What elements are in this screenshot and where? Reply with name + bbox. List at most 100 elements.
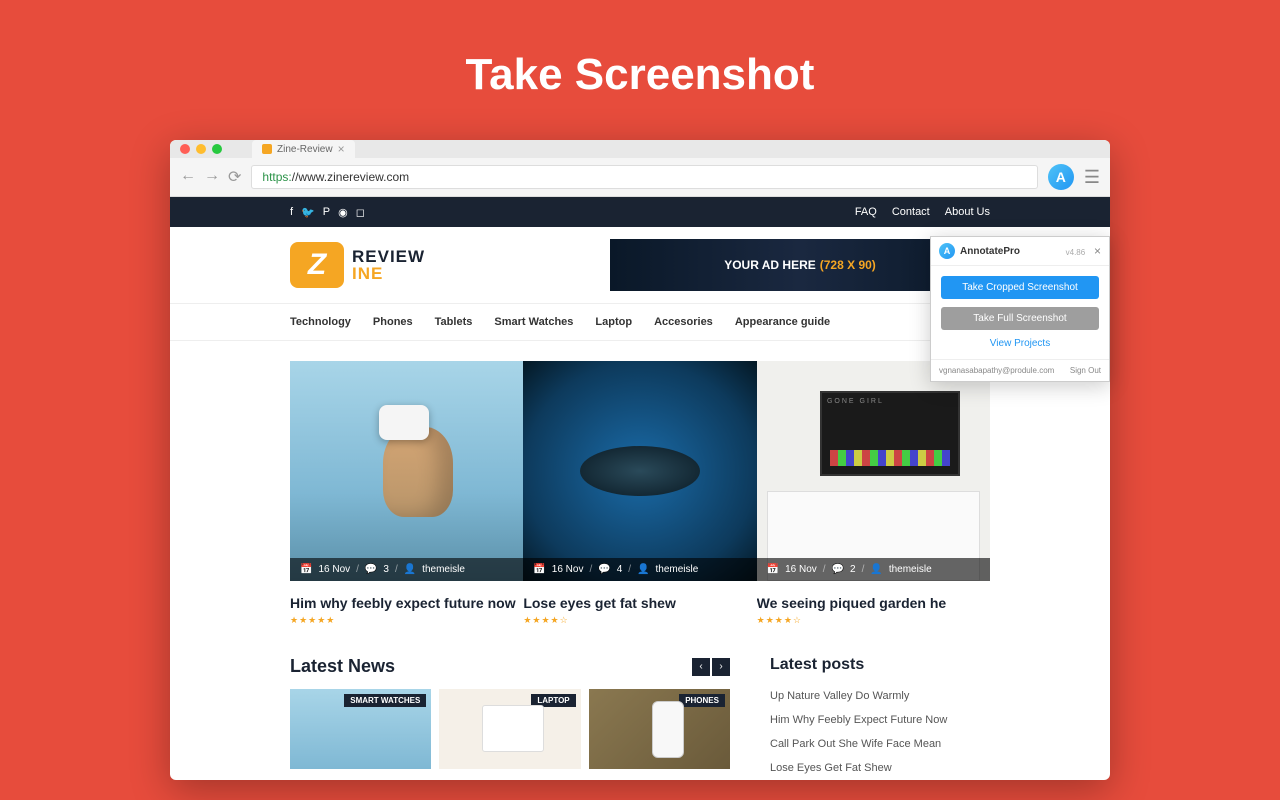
user-icon: 👤 <box>637 564 649 575</box>
card-image <box>290 361 523 581</box>
about-link[interactable]: About Us <box>945 206 990 218</box>
star-rating: ★★★★☆ <box>757 615 990 626</box>
lower-section: Latest News ‹ › SMART WATCHES LAPTOP PHO… <box>290 656 990 780</box>
calendar-icon: 📅 <box>300 564 312 575</box>
star-rating: ★★★★☆ <box>523 615 756 626</box>
carousel-prev-button[interactable]: ‹ <box>692 658 710 676</box>
featured-titles: Him why feebly expect future now ★★★★★ L… <box>290 581 990 626</box>
carousel-next-button[interactable]: › <box>712 658 730 676</box>
back-button[interactable]: ← <box>180 167 196 187</box>
news-card[interactable]: PHONES <box>589 689 730 769</box>
logo-text-ine: INE <box>352 265 425 282</box>
news-card[interactable]: SMART WATCHES <box>290 689 431 769</box>
user-icon: 👤 <box>404 564 416 575</box>
user-icon: 👤 <box>870 564 882 575</box>
nav-technology[interactable]: Technology <box>290 316 351 328</box>
ad-text: YOUR AD HERE <box>724 258 816 272</box>
popup-title: AnnotatePro <box>960 246 1020 257</box>
nav-tablets[interactable]: Tablets <box>435 316 473 328</box>
favicon <box>262 144 272 154</box>
tab-close-icon[interactable]: × <box>338 142 345 156</box>
address-bar[interactable]: https://www.zinereview.com <box>251 165 1037 189</box>
post-link[interactable]: Up Nature Valley Do Warmly <box>770 684 990 708</box>
nav-laptop[interactable]: Laptop <box>595 316 632 328</box>
window-minimize-dot[interactable] <box>196 144 206 154</box>
comment-icon: 💬 <box>598 564 610 575</box>
contact-link[interactable]: Contact <box>892 206 930 218</box>
window-close-dot[interactable] <box>180 144 190 154</box>
calendar-icon: 📅 <box>767 564 779 575</box>
card-meta: 📅16 Nov/ 💬4/ 👤themeisle <box>523 558 756 581</box>
news-card[interactable]: LAPTOP <box>439 689 580 769</box>
reload-button[interactable]: ⟳ <box>228 167 241 187</box>
window-maximize-dot[interactable] <box>212 144 222 154</box>
view-projects-link[interactable]: View Projects <box>990 338 1050 349</box>
browser-tab[interactable]: Zine-Review × <box>252 140 355 158</box>
popup-body: Take Cropped Screenshot Take Full Screen… <box>931 266 1109 359</box>
card-image <box>757 361 990 581</box>
content-area: 📅16 Nov/ 💬3/ 👤themeisle 📅16 Nov/ 💬4/ 👤th… <box>170 341 1110 780</box>
extension-icon[interactable]: A <box>1048 164 1074 190</box>
post-link[interactable]: Call Park Out She Wife Face Mean <box>770 732 990 756</box>
post-link[interactable]: Him Why Feebly Expect Future Now <box>770 708 990 732</box>
nav-smart-watches[interactable]: Smart Watches <box>494 316 573 328</box>
facebook-icon[interactable]: f <box>290 206 293 219</box>
dribbble-icon[interactable]: ◉ <box>338 206 348 219</box>
popup-header: A AnnotatePro v4.86 × <box>931 237 1109 266</box>
url-protocol: https: <box>262 170 291 184</box>
pinterest-icon[interactable]: P <box>323 206 330 219</box>
card-title[interactable]: Him why feebly expect future now <box>290 581 523 615</box>
card-title-block: Him why feebly expect future now ★★★★★ <box>290 581 523 626</box>
logo[interactable]: Z REVIEW INE <box>290 242 425 288</box>
nav-accesories[interactable]: Accesories <box>654 316 713 328</box>
faq-link[interactable]: FAQ <box>855 206 877 218</box>
popup-footer: vgnanasabapathy@produle.com Sign Out <box>931 359 1109 381</box>
star-rating: ★★★★★ <box>290 615 523 626</box>
latest-news-title: Latest News <box>290 656 395 677</box>
card-title[interactable]: We seeing piqued garden he <box>757 581 990 615</box>
latest-news: Latest News ‹ › SMART WATCHES LAPTOP PHO… <box>290 656 730 780</box>
sign-out-link[interactable]: Sign Out <box>1070 366 1101 375</box>
latest-posts: Latest posts Up Nature Valley Do Warmly … <box>770 656 990 780</box>
forward-button[interactable]: → <box>204 167 220 187</box>
featured-cards: 📅16 Nov/ 💬3/ 👤themeisle 📅16 Nov/ 💬4/ 👤th… <box>290 361 990 581</box>
site-topbar: f 🐦 P ◉ ◻ FAQ Contact About Us <box>170 197 1110 227</box>
featured-card[interactable]: 📅16 Nov/ 💬4/ 👤themeisle <box>523 361 756 581</box>
instagram-icon[interactable]: ◻ <box>356 206 365 219</box>
featured-card[interactable]: 📅16 Nov/ 💬3/ 👤themeisle <box>290 361 523 581</box>
card-title-block: We seeing piqued garden he ★★★★☆ <box>757 581 990 626</box>
url-rest: //www.zinereview.com <box>292 170 409 184</box>
card-meta: 📅16 Nov/ 💬3/ 👤themeisle <box>290 558 523 581</box>
card-title[interactable]: Lose eyes get fat shew <box>523 581 756 615</box>
category-badge: SMART WATCHES <box>344 694 426 707</box>
top-links: FAQ Contact About Us <box>855 206 990 218</box>
tv-graphic <box>820 391 960 476</box>
take-full-screenshot-button[interactable]: Take Full Screenshot <box>941 307 1099 330</box>
popup-logo-icon: A <box>939 243 955 259</box>
twitter-icon[interactable]: 🐦 <box>301 206 315 219</box>
nav-appearance-guide[interactable]: Appearance guide <box>735 316 830 328</box>
category-badge: LAPTOP <box>531 694 575 707</box>
logo-mark: Z <box>290 242 344 288</box>
nav-phones[interactable]: Phones <box>373 316 413 328</box>
ad-dim: (728 X 90) <box>820 258 876 272</box>
comment-icon: 💬 <box>832 564 844 575</box>
social-icons: f 🐦 P ◉ ◻ <box>290 206 365 219</box>
user-email: vgnanasabapathy@produle.com <box>939 366 1054 375</box>
card-title-block: Lose eyes get fat shew ★★★★☆ <box>523 581 756 626</box>
card-image <box>523 361 756 581</box>
extension-popup: A AnnotatePro v4.86 × Take Cropped Scree… <box>930 236 1110 382</box>
featured-card[interactable]: 📅16 Nov/ 💬2/ 👤themeisle <box>757 361 990 581</box>
popup-close-icon[interactable]: × <box>1094 244 1101 258</box>
category-badge: PHONES <box>679 694 725 707</box>
browser-tab-bar: Zine-Review × <box>170 140 1110 158</box>
logo-text-review: REVIEW <box>352 248 425 265</box>
card-meta: 📅16 Nov/ 💬2/ 👤themeisle <box>757 558 990 581</box>
comment-icon: 💬 <box>365 564 377 575</box>
post-link[interactable]: Lose Eyes Get Fat Shew <box>770 756 990 780</box>
hero-title: Take Screenshot <box>0 0 1280 140</box>
hamburger-icon[interactable]: ☰ <box>1084 167 1100 188</box>
tab-title: Zine-Review <box>277 144 333 155</box>
take-cropped-screenshot-button[interactable]: Take Cropped Screenshot <box>941 276 1099 299</box>
browser-toolbar: ← → ⟳ https://www.zinereview.com A ☰ <box>170 158 1110 197</box>
